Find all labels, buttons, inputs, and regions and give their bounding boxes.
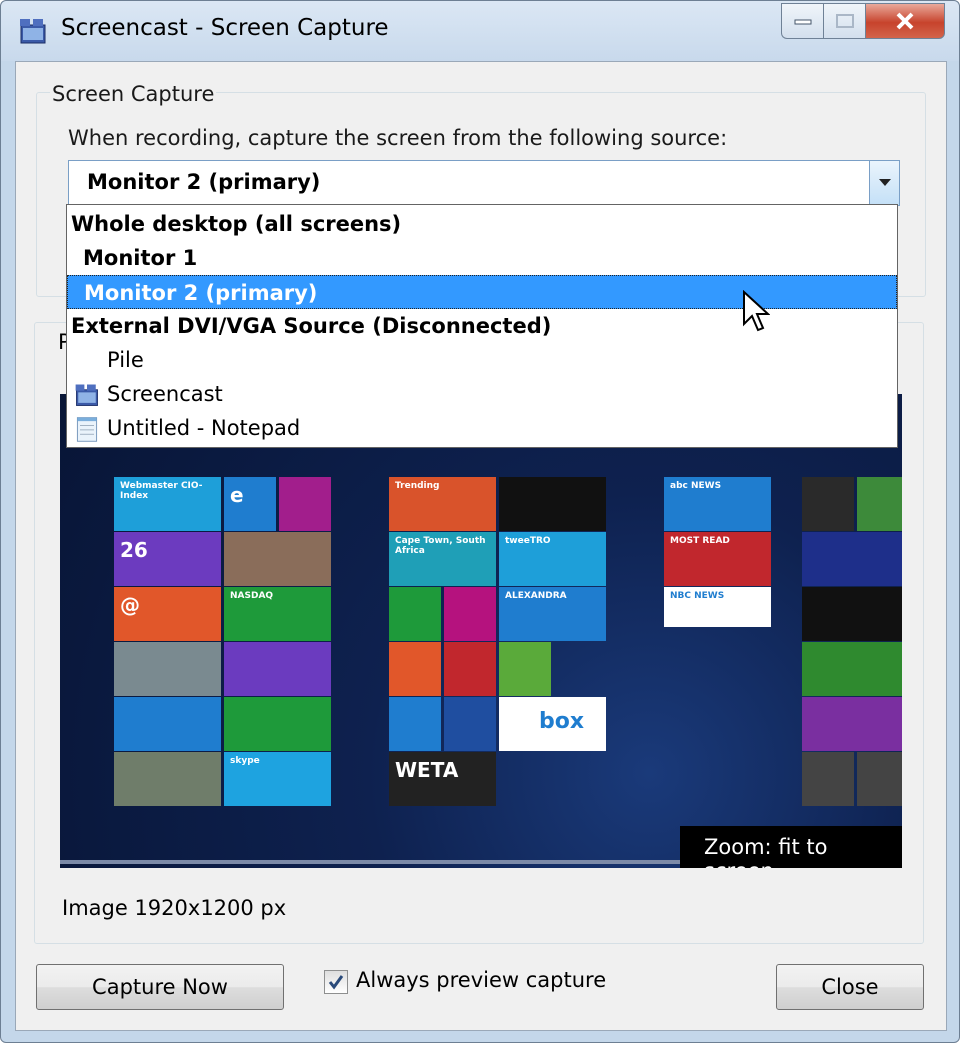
preview-tile bbox=[114, 642, 221, 696]
checkmark-icon bbox=[328, 975, 344, 990]
preview-tile bbox=[856, 477, 902, 531]
preview-tile-label: ALEXANDRA bbox=[505, 591, 567, 601]
preview-tile: WETA bbox=[389, 752, 496, 806]
preview-tile bbox=[114, 752, 221, 806]
preview-tile bbox=[801, 587, 902, 641]
screen-capture-window: Screencast - Screen Capture Screen Captu… bbox=[0, 0, 960, 1043]
dropdown-option[interactable]: Untitled - Notepad bbox=[67, 411, 897, 445]
capture-preview: Webmaster CIO-Index e 26 @ NASDAQ skype Trendi… bbox=[60, 394, 902, 868]
title-bar[interactable]: Screencast - Screen Capture bbox=[1, 1, 959, 61]
screencast-app-icon bbox=[20, 19, 46, 44]
preview-tile: skype bbox=[224, 752, 331, 806]
preview-tile bbox=[856, 752, 902, 806]
image-size-info: Image 1920x1200 px bbox=[62, 896, 287, 920]
source-label: When recording, capture the screen from … bbox=[68, 126, 728, 150]
always-preview-checkbox[interactable] bbox=[324, 970, 348, 994]
preview-scrollbar bbox=[60, 860, 680, 864]
preview-tile bbox=[224, 697, 331, 751]
preview-tile bbox=[444, 587, 496, 641]
preview-tile-label: abc NEWS bbox=[670, 481, 722, 491]
preview-tile-label: NASDAQ bbox=[230, 591, 274, 601]
notepad-icon bbox=[76, 417, 98, 442]
preview-tile-label: 26 bbox=[120, 538, 148, 562]
dropdown-option-label: Monitor 2 (primary) bbox=[84, 281, 318, 305]
window-title: Screencast - Screen Capture bbox=[61, 15, 389, 41]
dropdown-option[interactable]: Monitor 2 (primary) bbox=[67, 275, 897, 309]
close-icon bbox=[896, 12, 914, 30]
preview-tile-label: NBC NEWS bbox=[670, 591, 725, 601]
dropdown-option[interactable]: External DVI/VGA Source (Disconnected) bbox=[67, 309, 897, 343]
source-dropdown-list: Whole desktop (all screens) Monitor 1 Moni… bbox=[66, 204, 898, 448]
preview-tile bbox=[801, 697, 902, 751]
preview-tile-label: box bbox=[539, 709, 585, 734]
dropdown-option[interactable]: Screencast bbox=[67, 377, 897, 411]
preview-tile: ALEXANDRA bbox=[499, 587, 606, 641]
preview-tile-label: MOST READ bbox=[670, 536, 730, 546]
maximize-icon bbox=[835, 14, 854, 28]
close-window-button[interactable] bbox=[865, 3, 945, 39]
preview-tile bbox=[224, 532, 331, 586]
dropdown-option[interactable]: Monitor 1 bbox=[67, 241, 897, 275]
close-button[interactable]: Close bbox=[776, 964, 924, 1010]
preview-tile bbox=[499, 642, 551, 696]
start-screen-image: Webmaster CIO-Index e 26 @ NASDAQ skype Trendi… bbox=[60, 394, 902, 868]
preview-tile: Cape Town, South Africa bbox=[389, 532, 496, 586]
minimize-button[interactable] bbox=[781, 3, 823, 39]
preview-tile bbox=[389, 642, 441, 696]
dropdown-option-label: Untitled - Notepad bbox=[107, 416, 301, 440]
preview-tile-label: skype bbox=[230, 756, 260, 766]
always-preview-label[interactable]: Always preview capture bbox=[356, 968, 606, 992]
preview-tile-label: e bbox=[230, 483, 244, 507]
preview-tile: abc NEWS bbox=[664, 477, 771, 531]
dropdown-option-label: Pile bbox=[107, 348, 144, 372]
preview-tile bbox=[801, 532, 902, 586]
preview-tile bbox=[224, 642, 331, 696]
preview-tile bbox=[801, 477, 854, 531]
dropdown-option[interactable]: Pile bbox=[67, 343, 897, 377]
preview-tile: box bbox=[499, 697, 606, 751]
preview-tile: 26 bbox=[114, 532, 221, 586]
preview-tile: MOST READ bbox=[664, 532, 771, 586]
preview-tile: NASDAQ bbox=[224, 587, 331, 641]
preview-tile bbox=[499, 477, 606, 531]
preview-tile bbox=[444, 642, 496, 696]
preview-tile-label: Cape Town, South Africa bbox=[395, 536, 486, 556]
preview-tile bbox=[389, 697, 441, 751]
source-combobox[interactable]: Monitor 2 (primary) bbox=[68, 160, 900, 206]
dropdown-option-label: External DVI/VGA Source (Disconnected) bbox=[71, 314, 552, 338]
mouse-cursor-icon bbox=[743, 290, 770, 332]
preview-tile bbox=[389, 587, 441, 641]
chevron-down-icon bbox=[878, 179, 891, 186]
combobox-dropdown-button[interactable] bbox=[869, 161, 899, 205]
dropdown-option[interactable]: Whole desktop (all screens) bbox=[67, 207, 897, 241]
dropdown-option-label: Screencast bbox=[107, 382, 223, 406]
dropdown-option-label: Whole desktop (all screens) bbox=[71, 212, 402, 236]
dropdown-option-label: Monitor 1 bbox=[83, 246, 198, 270]
minimize-icon bbox=[794, 19, 811, 25]
preview-tile-label: @ bbox=[120, 593, 140, 617]
preview-tile bbox=[801, 642, 902, 696]
preview-tile: Trending bbox=[389, 477, 496, 531]
preview-tile bbox=[114, 697, 221, 751]
preview-tile bbox=[444, 697, 496, 751]
preview-tile-label: tweeTRO bbox=[505, 536, 551, 546]
preview-tile: e bbox=[224, 477, 276, 531]
preview-tile: Webmaster CIO-Index bbox=[114, 477, 221, 531]
screen-capture-group-label: Screen Capture bbox=[50, 82, 217, 106]
capture-now-button[interactable]: Capture Now bbox=[36, 964, 284, 1010]
screencast-app-icon bbox=[75, 384, 98, 406]
preview-tile bbox=[279, 477, 331, 531]
source-combobox-value: Monitor 2 (primary) bbox=[87, 170, 321, 194]
preview-tile-label: Trending bbox=[395, 481, 440, 491]
maximize-button[interactable] bbox=[823, 3, 865, 39]
preview-tile bbox=[801, 752, 854, 806]
preview-tile-label: Webmaster CIO-Index bbox=[120, 481, 203, 501]
preview-tile: tweeTRO bbox=[499, 532, 606, 586]
preview-tile: NBC NEWS bbox=[664, 587, 771, 627]
preview-tile: @ bbox=[114, 587, 221, 641]
preview-tile-label: WETA bbox=[395, 758, 459, 782]
zoom-label: Zoom: fit to screen bbox=[680, 826, 902, 868]
